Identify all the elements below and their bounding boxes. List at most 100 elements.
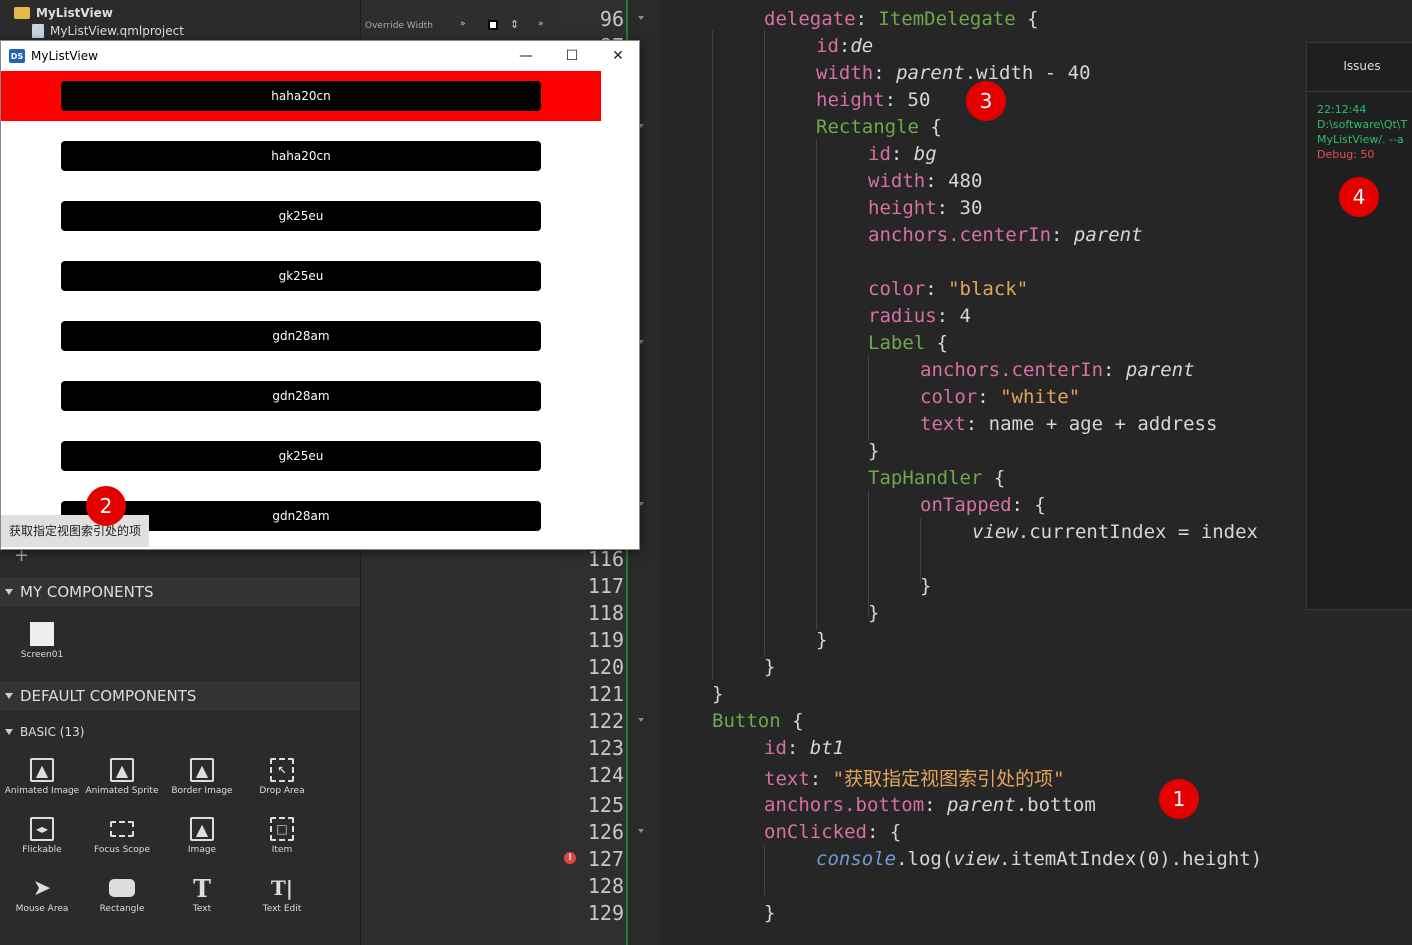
maximize-button[interactable]: ☐ — [549, 41, 595, 71]
code-line: TapHandler { — [868, 467, 1005, 489]
checker-icon[interactable] — [488, 20, 498, 30]
issue-path[interactable]: D:\software\Qt\T — [1317, 118, 1407, 131]
code-token: parent — [1125, 359, 1195, 381]
list-item[interactable]: gk25eu — [61, 441, 541, 471]
indent-guide — [816, 140, 817, 630]
component-item[interactable]: □ Item — [242, 817, 322, 855]
list-item[interactable]: gdn28am — [61, 321, 541, 351]
line-number: 125 — [587, 793, 624, 817]
code-token: 480 — [948, 170, 983, 192]
component-drop-area[interactable]: ↖ Drop Area — [242, 758, 322, 796]
fold-arrow-icon[interactable] — [638, 718, 644, 722]
component-mouse-area[interactable]: ➤ Mouse Area — [2, 876, 82, 915]
component-rectangle[interactable]: Rectangle — [82, 876, 162, 914]
code-token: anchors.bottom — [764, 794, 925, 816]
code-token: view — [953, 848, 1000, 870]
list-item[interactable]: gdn28am — [61, 381, 541, 411]
code-line: } — [816, 629, 828, 651]
error-icon[interactable]: ! — [564, 852, 576, 864]
code-token: 50 — [907, 89, 931, 111]
qml-file-icon — [32, 24, 44, 38]
flickable-icon: ◂▸ — [30, 817, 54, 841]
code-token: { — [1015, 8, 1039, 30]
component-animated-image[interactable]: ▲ Animated Image — [2, 758, 82, 796]
button-tooltip[interactable]: 获取指定视图索引处的项 — [1, 515, 150, 547]
indent-guide — [868, 355, 869, 440]
code-line: onTapped: { — [920, 494, 1046, 516]
code-token: name + age + address — [988, 413, 1218, 435]
component-label: Text — [192, 904, 212, 914]
focus-scope-icon — [110, 821, 134, 837]
issue-debug: Debug: 50 — [1317, 148, 1375, 161]
code-token: .bottom — [1015, 794, 1096, 816]
indent-guide — [764, 845, 765, 895]
fold-arrow-icon[interactable] — [638, 829, 644, 833]
project-tree: MyListView MyListView.qmlproject — [0, 0, 360, 40]
code-line: height: 50 — [816, 89, 931, 111]
sprite-icon: ▲ — [110, 758, 134, 782]
line-number: 121 — [587, 682, 624, 706]
code-token: bt1 — [809, 737, 845, 759]
code-line: color: "black" — [868, 278, 1029, 300]
code-token: delegate — [764, 8, 856, 30]
code-line: width: parent.width - 40 — [816, 62, 1091, 84]
code-line: } — [764, 902, 776, 924]
component-border-image[interactable]: ▲ Border Image — [162, 758, 242, 796]
code-line: radius: 4 — [868, 305, 971, 327]
code-line: view.currentIndex = index — [972, 521, 1258, 543]
my-components-label: MY COMPONENTS — [20, 583, 154, 601]
fold-arrow-icon[interactable] — [638, 16, 644, 20]
my-components-header[interactable]: MY COMPONENTS — [0, 577, 360, 607]
component-flickable[interactable]: ◂▸ Flickable — [2, 817, 82, 855]
code-token: .currentIndex = index — [1017, 521, 1258, 543]
list-item[interactable]: haha20cn — [61, 141, 541, 171]
code-token: height — [816, 89, 885, 111]
code-line: delegate: ItemDelegate { — [764, 8, 1039, 30]
code-line: id: bt1 — [764, 737, 845, 759]
issue-path[interactable]: MyListView/. --a — [1317, 133, 1404, 146]
spinner-icon[interactable]: ⇕ — [510, 18, 519, 31]
code-token: TapHandler — [868, 467, 983, 489]
list-item[interactable]: gk25eu — [61, 261, 541, 291]
component-screen01[interactable]: Screen01 — [2, 622, 82, 660]
code-line: anchors.centerIn: parent — [920, 359, 1195, 381]
line-number: 129 — [587, 901, 624, 925]
minimize-button[interactable]: — — [503, 41, 549, 71]
component-image[interactable]: ▲ Image — [162, 817, 242, 855]
default-components-label: DEFAULT COMPONENTS — [20, 687, 197, 705]
component-text-edit[interactable]: T| Text Edit — [242, 876, 322, 914]
code-token: de — [850, 35, 874, 57]
component-animated-sprite[interactable]: ▲ Animated Sprite — [82, 758, 162, 796]
image-icon: ▲ — [30, 758, 54, 782]
code-token: id — [764, 737, 787, 759]
code-token: Rectangle — [816, 116, 919, 138]
screen-thumbnail-icon — [30, 622, 54, 646]
component-focus-scope[interactable]: Focus Scope — [82, 817, 162, 855]
title-bar[interactable]: DS MyListView — ☐ ✕ — [1, 41, 639, 71]
basic-header[interactable]: BASIC (13) — [0, 719, 360, 745]
chevron-right-icon[interactable]: » — [460, 19, 466, 29]
default-components-header[interactable]: DEFAULT COMPONENTS — [0, 681, 360, 711]
component-label: Drop Area — [259, 786, 305, 796]
component-label: Item — [271, 845, 293, 855]
tree-item-project[interactable]: MyListView — [14, 6, 113, 20]
component-text[interactable]: T Text — [162, 873, 242, 915]
list-item[interactable]: gk25eu — [61, 201, 541, 231]
list-item[interactable]: haha20cn — [61, 81, 541, 111]
code-line: } — [868, 440, 880, 462]
code-token: bg — [913, 143, 937, 165]
text-edit-icon: T| — [270, 876, 294, 900]
code-token: width — [868, 170, 926, 192]
line-number: 122 — [587, 709, 624, 733]
component-label: Rectangle — [99, 904, 145, 914]
line-number: 124 — [587, 763, 624, 787]
list-view[interactable]: haha20cn haha20cn gk25eu gk25eu gdn28am … — [1, 71, 639, 549]
text-icon: T — [193, 873, 211, 903]
issues-title[interactable]: Issues — [1307, 59, 1412, 73]
item-icon: □ — [270, 817, 294, 841]
code-line: } — [712, 683, 724, 705]
tree-item-file[interactable]: MyListView.qmlproject — [32, 24, 184, 38]
indent-guide — [764, 30, 765, 655]
more-icon[interactable]: » — [538, 19, 544, 29]
close-button[interactable]: ✕ — [595, 41, 639, 71]
